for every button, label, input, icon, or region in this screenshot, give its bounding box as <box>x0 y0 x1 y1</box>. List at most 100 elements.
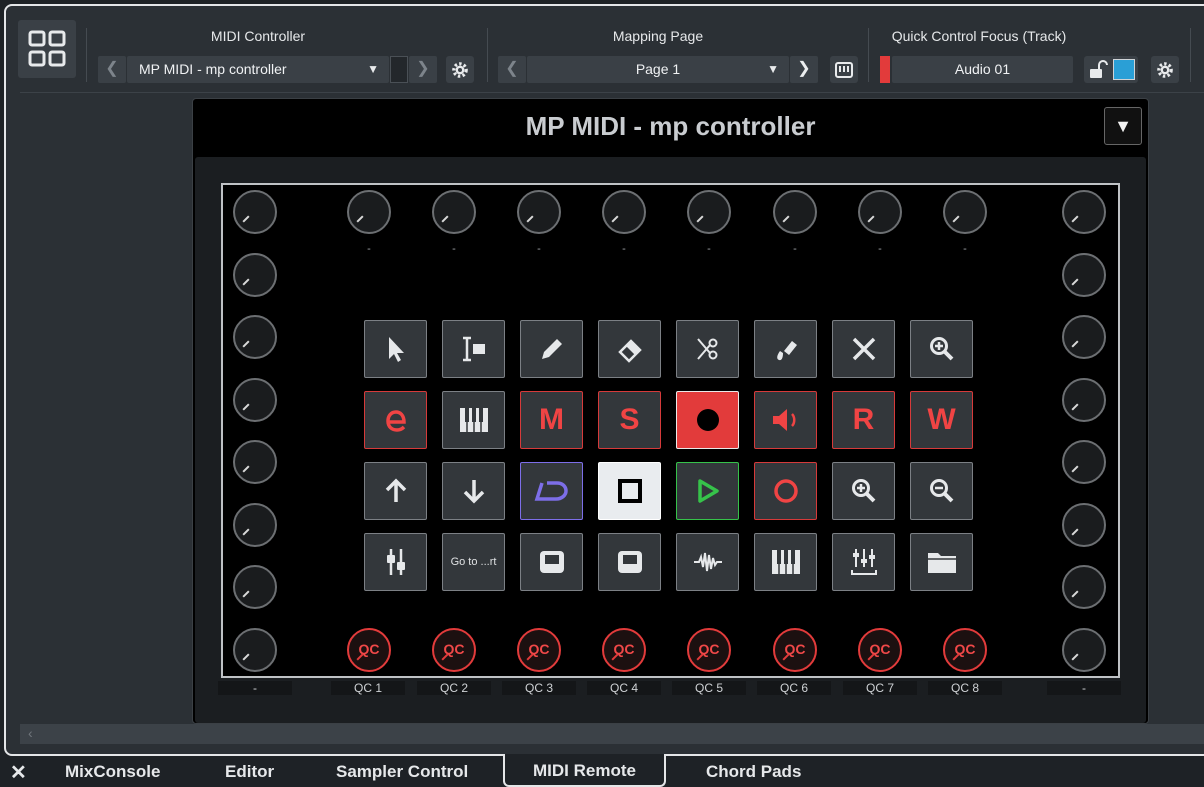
pad-track-up[interactable] <box>364 462 427 520</box>
pad-media-bay[interactable] <box>910 533 973 591</box>
panel-menu-button[interactable]: ▼ <box>1104 107 1142 145</box>
fader-icon <box>386 549 405 575</box>
layout-grid-button[interactable] <box>18 20 76 78</box>
pad-stop[interactable] <box>598 462 661 520</box>
knob-top-6-label: - <box>793 243 797 255</box>
qc-focus-track-field[interactable]: Audio 01 <box>892 56 1073 83</box>
pad-solo[interactable]: S <box>598 391 661 449</box>
knob-right-2[interactable] <box>1062 253 1106 297</box>
x-icon <box>852 337 875 361</box>
piano-icon <box>771 550 800 574</box>
pad-lower-zone-b[interactable] <box>598 533 661 591</box>
knob-right-4[interactable] <box>1062 378 1106 422</box>
knob-top-8[interactable] <box>943 190 987 234</box>
pad-record-enable[interactable] <box>676 391 739 449</box>
prev-page-button[interactable]: ❮ <box>498 56 526 83</box>
pad-go-to[interactable]: Go to ...rt <box>442 533 505 591</box>
knob-left-2[interactable] <box>233 253 277 297</box>
pad-glue[interactable] <box>754 320 817 378</box>
knob-right-6[interactable] <box>1062 503 1106 547</box>
knob-top-6[interactable] <box>773 190 817 234</box>
tab-editor[interactable]: Editor <box>225 762 274 782</box>
qc-knob-3[interactable]: QC <box>517 628 561 672</box>
qc-knob-8[interactable]: QC <box>943 628 987 672</box>
controller-settings-button[interactable] <box>446 56 474 83</box>
knob-left-6[interactable] <box>233 503 277 547</box>
mapping-page-value: Page 1 <box>635 61 681 77</box>
eraser-icon <box>617 339 642 363</box>
knob-right-5[interactable] <box>1062 440 1106 484</box>
pad-mute[interactable]: M <box>520 391 583 449</box>
next-page-button[interactable]: ❯ <box>790 56 818 83</box>
knob-left-7[interactable] <box>233 565 277 609</box>
knob-left-8[interactable] <box>233 628 277 672</box>
qc-label-6: QC 6 <box>757 681 831 695</box>
controller-edit-slot[interactable] <box>390 56 408 83</box>
qc-knob-6[interactable]: QC <box>773 628 817 672</box>
qc-lock-toggle[interactable] <box>1084 56 1138 83</box>
tab-sampler-control[interactable]: Sampler Control <box>336 762 468 782</box>
tab-mixconsole[interactable]: MixConsole <box>65 762 160 782</box>
pad-key-editor[interactable] <box>754 533 817 591</box>
qc-knob-1[interactable]: QC <box>347 628 391 672</box>
pad-zoom-out[interactable] <box>910 462 973 520</box>
pad-lower-zone-a[interactable] <box>520 533 583 591</box>
knob-top-3[interactable] <box>517 190 561 234</box>
goto-label: Go to ...rt <box>450 556 497 568</box>
panel-title: MP MIDI - mp controller <box>525 111 816 141</box>
tab-midi-remote[interactable]: MIDI Remote <box>503 754 666 787</box>
caret-down-icon: ▼ <box>1114 116 1132 136</box>
knob-left-5[interactable] <box>233 440 277 484</box>
knob-left-1[interactable] <box>233 190 277 234</box>
qc-knob-5[interactable]: QC <box>687 628 731 672</box>
knob-left-4[interactable] <box>233 378 277 422</box>
knob-left-3[interactable] <box>233 315 277 359</box>
qc-settings-button[interactable] <box>1151 56 1179 83</box>
next-controller-button[interactable]: ❯ <box>409 56 437 83</box>
pad-split[interactable] <box>676 320 739 378</box>
qc-knob-label: QC <box>954 641 976 657</box>
knob-top-2[interactable] <box>432 190 476 234</box>
pad-instrument-editor[interactable] <box>442 391 505 449</box>
pad-track-down[interactable] <box>442 462 505 520</box>
qc-knob-label: QC <box>443 641 465 657</box>
pad-range-select[interactable] <box>442 320 505 378</box>
close-icon[interactable]: ✕ <box>10 760 27 785</box>
pad-record[interactable] <box>754 462 817 520</box>
pad-sample-editor[interactable] <box>676 533 739 591</box>
knob-right-7[interactable] <box>1062 565 1106 609</box>
midi-controller-dropdown[interactable]: MP MIDI - mp controller ▼ <box>127 56 389 83</box>
pad-draw[interactable] <box>520 320 583 378</box>
qc-knob-2[interactable]: QC <box>432 628 476 672</box>
knob-right-1[interactable] <box>1062 190 1106 234</box>
pad-mute-tool[interactable] <box>832 320 895 378</box>
qc-knob-4[interactable]: QC <box>602 628 646 672</box>
divider <box>86 28 87 82</box>
knob-top-4[interactable] <box>602 190 646 234</box>
knob-top-7[interactable] <box>858 190 902 234</box>
pad-monitor[interactable] <box>754 391 817 449</box>
pad-cycle[interactable] <box>520 462 583 520</box>
knob-top-1[interactable] <box>347 190 391 234</box>
pad-write-automation[interactable]: W <box>910 391 973 449</box>
pad-erase[interactable] <box>598 320 661 378</box>
pad-play[interactable] <box>676 462 739 520</box>
pad-zoom-in[interactable] <box>832 462 895 520</box>
pad-read-automation[interactable]: R <box>832 391 895 449</box>
pad-mixconsole[interactable] <box>832 533 895 591</box>
prev-controller-button[interactable]: ❮ <box>98 56 126 83</box>
pad-object-select[interactable] <box>364 320 427 378</box>
horizontal-scrollbar[interactable]: ‹ <box>20 724 1204 744</box>
pad-edit-channel[interactable] <box>364 391 427 449</box>
pad-zoom-tool[interactable] <box>910 320 973 378</box>
caret-down-icon: ▼ <box>367 62 379 76</box>
knob-top-5[interactable] <box>687 190 731 234</box>
tab-chord-pads[interactable]: Chord Pads <box>706 762 801 782</box>
mapping-assistant-button[interactable] <box>830 56 858 83</box>
pad-mixer-strip[interactable] <box>364 533 427 591</box>
knob-right-3[interactable] <box>1062 315 1106 359</box>
knob-right-8[interactable] <box>1062 628 1106 672</box>
folder-icon <box>927 553 956 573</box>
mapping-page-dropdown[interactable]: Page 1 ▼ <box>527 56 789 83</box>
qc-knob-7[interactable]: QC <box>858 628 902 672</box>
